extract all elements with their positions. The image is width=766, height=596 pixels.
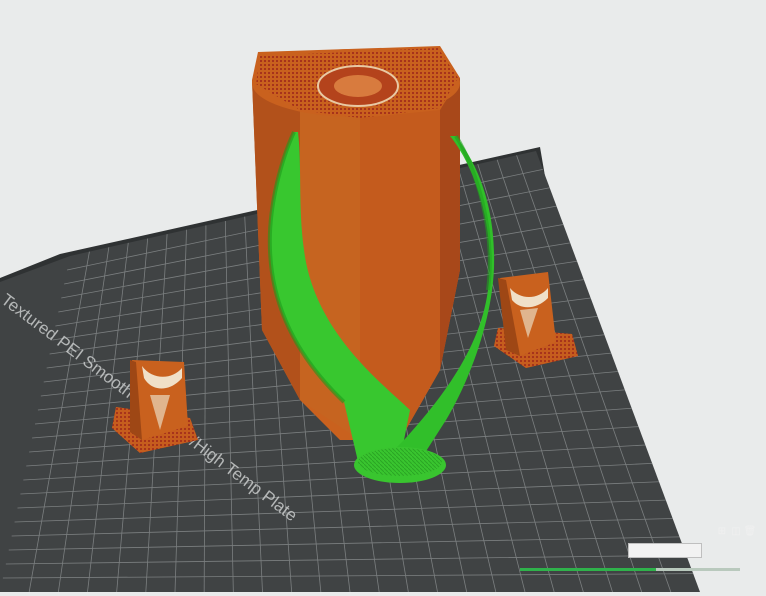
- trash-icon[interactable]: 🗑: [744, 524, 757, 538]
- 3d-viewport[interactable]: Textured PEI Smooth PEI Plate/High Temp …: [0, 0, 766, 593]
- progress-fill: [520, 568, 657, 571]
- orientation-icon[interactable]: ◫: [730, 524, 742, 538]
- viewport-toolbar: ⊞ ◫ 🗑: [716, 524, 757, 538]
- status-panel: [628, 543, 702, 558]
- build-plate-scene[interactable]: Textured PEI Smooth PEI Plate/High Temp …: [0, 0, 766, 593]
- progress-bar: [520, 568, 740, 571]
- view-cube-icon[interactable]: ⊞: [716, 524, 728, 538]
